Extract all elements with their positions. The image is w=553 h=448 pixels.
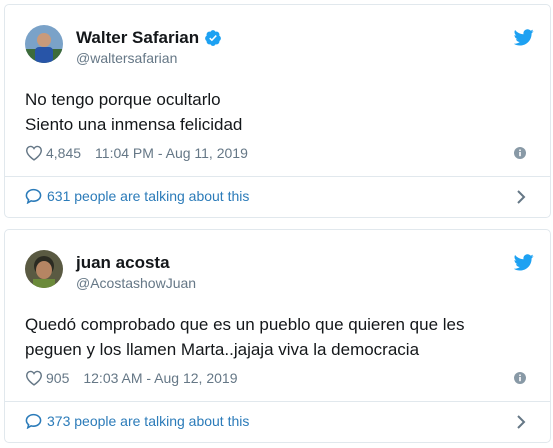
timestamp[interactable]: 12:03 AM - Aug 12, 2019 [83,370,237,386]
chevron-right-icon[interactable] [516,189,526,205]
verified-badge-icon [205,30,222,46]
display-name[interactable]: Walter Safarian [76,28,199,48]
heart-icon[interactable] [25,145,43,161]
info-icon[interactable] [514,372,526,384]
avatar[interactable] [25,25,63,63]
tweet-card: juan acosta @AcostashowJuan Quedó compro… [4,229,551,443]
heart-icon[interactable] [25,370,43,386]
tweet-card: Walter Safarian @waltersafarian No tengo… [4,4,551,218]
handle[interactable]: @AcostashowJuan [76,275,196,291]
tweet-text: Quedó comprobado que es un pueblo que qu… [25,312,530,362]
conversation-link[interactable]: 373 people are talking about this [25,413,249,429]
conversation-link[interactable]: 631 people are talking about this [25,188,249,204]
like-count[interactable]: 4,845 [46,145,81,161]
tweet-text-line: Siento una inmensa felicidad [25,115,243,134]
speech-bubble-icon [25,413,42,429]
divider [5,401,550,402]
speech-bubble-icon [25,188,42,204]
chevron-right-icon[interactable] [516,414,526,430]
tweet-text-line: No tengo porque ocultarlo [25,90,221,109]
conversation-label[interactable]: 373 people are talking about this [47,413,249,429]
display-name[interactable]: juan acosta [76,253,170,273]
avatar[interactable] [25,250,63,288]
conversation-label[interactable]: 631 people are talking about this [47,188,249,204]
tweet-text: No tengo porque ocultarlo Siento una inm… [25,87,530,137]
twitter-bird-icon[interactable] [514,29,534,46]
info-icon[interactable] [514,147,526,159]
timestamp[interactable]: 11:04 PM - Aug 11, 2019 [95,145,248,161]
handle[interactable]: @waltersafarian [76,50,177,66]
divider [5,176,550,177]
tweet-text-line: Quedó comprobado que es un pueblo que qu… [25,315,465,334]
twitter-bird-icon[interactable] [514,254,534,271]
like-count[interactable]: 905 [46,370,69,386]
tweet-text-line: peguen y los llamen Marta..jajaja viva l… [25,340,420,359]
